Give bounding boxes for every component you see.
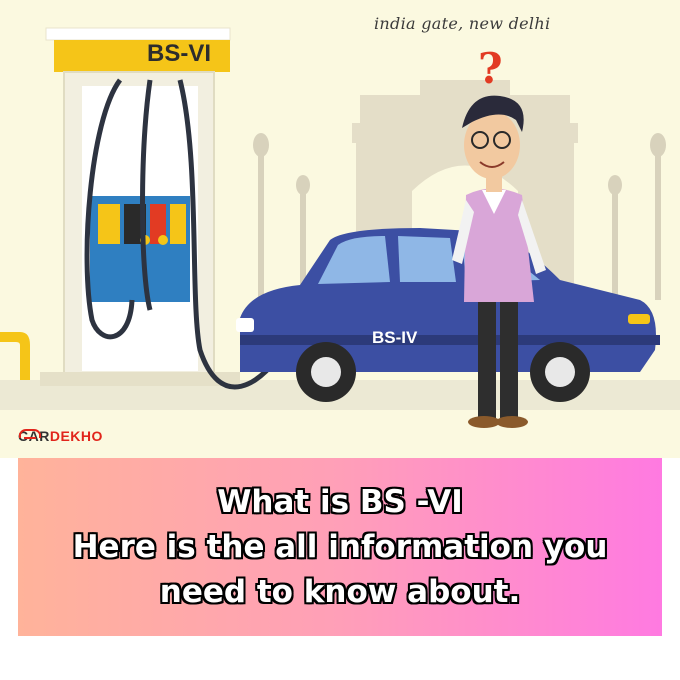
car-label: BS-IV (372, 328, 418, 347)
pump-label: BS-VI (146, 40, 211, 67)
brand-logo: CAR DEKHO (18, 428, 103, 444)
illustration: india gate, new delhi BS-VI ? BS-IV CAR D… (0, 0, 680, 458)
banner-title: What is BS -VI (217, 483, 463, 520)
banner-line-2: Here is the all information you (72, 528, 608, 565)
caption-banner: What is BS -VI Here is the all informati… (18, 458, 662, 636)
car-outline-icon (19, 429, 41, 439)
illustration-drawing (0, 27, 680, 428)
brand-accent: DEKHO (49, 428, 103, 444)
location-caption: india gate, new delhi (374, 14, 551, 33)
banner-line-3: need to know about. (159, 573, 521, 610)
bollard (0, 332, 30, 380)
question-mark: ? (478, 44, 503, 93)
car (236, 228, 660, 402)
